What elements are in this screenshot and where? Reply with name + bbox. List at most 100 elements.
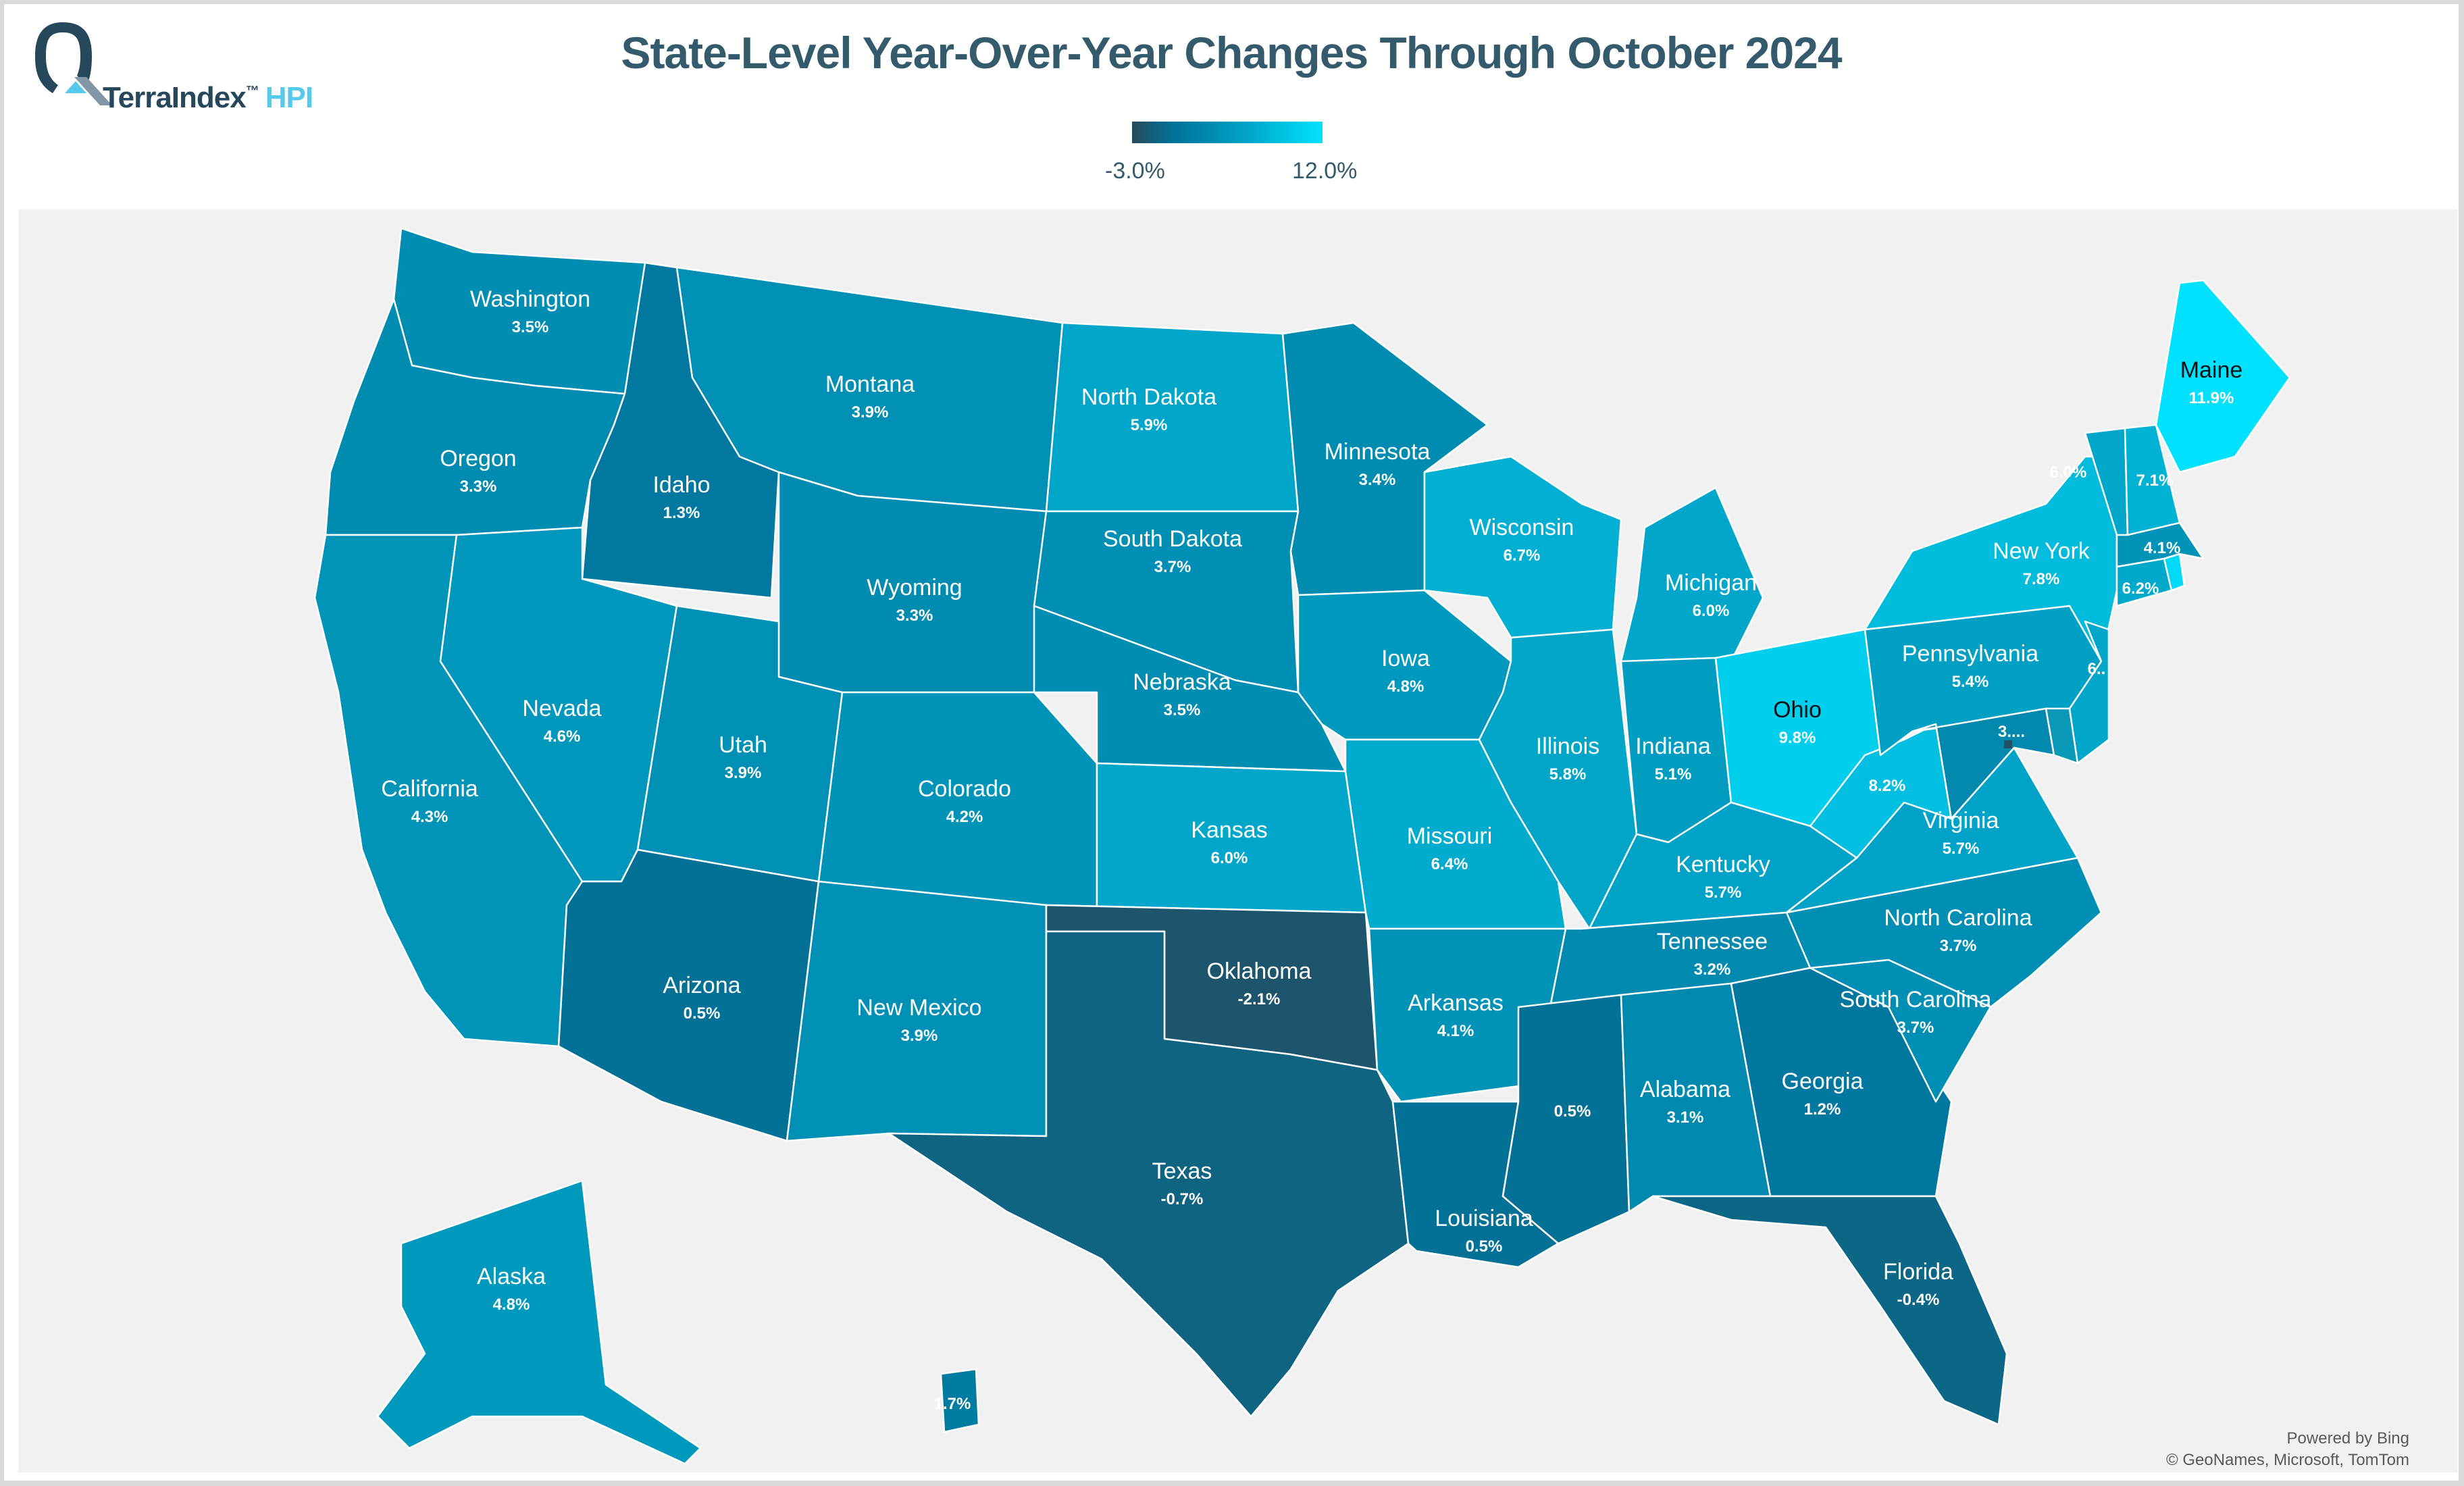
state-value-label: 3.3% [460, 478, 497, 496]
state-name-label: Kansas [1191, 817, 1267, 843]
logo-product-text: HPI [265, 81, 313, 114]
state-name-label: New York [1993, 538, 2090, 564]
state-value-label: 6.0% [1693, 602, 1730, 620]
state-name-label: Oregon [440, 446, 516, 471]
state-value-label: 3.5% [1164, 701, 1201, 719]
state-name-label: Oklahoma [1207, 958, 1312, 984]
state-name-label: North Dakota [1081, 384, 1216, 410]
state-value-label: 5.1% [1655, 765, 1692, 784]
page-title: State-Level Year-Over-Year Changes Throu… [621, 28, 1842, 78]
legend-max-label: 12.0% [1292, 158, 1358, 184]
state-value-label: 6.0% [1211, 849, 1248, 867]
state-name-label: Idaho [652, 472, 710, 498]
state-florida[interactable] [1651, 1195, 2008, 1426]
state-name-label: Montana [825, 372, 915, 397]
state-value-label: 3.... [1998, 723, 2025, 741]
state-name-label: Iowa [1381, 646, 1430, 671]
state-value-label: 4.1% [1437, 1022, 1474, 1040]
legend-min-label: -3.0% [1105, 158, 1165, 184]
state-name-label: Indiana [1635, 734, 1711, 759]
state-name-label: Nevada [522, 696, 601, 721]
state-value-label: 3.7% [1940, 937, 1977, 955]
state-value-label: -2.1% [1238, 990, 1281, 1008]
state-value-label: 6.2% [2122, 580, 2159, 598]
state-value-label: 1.2% [1804, 1100, 1841, 1119]
state-value-label: 5.7% [1705, 883, 1742, 902]
state-name-label: Colorado [918, 776, 1011, 802]
state-value-label: -0.4% [1897, 1291, 1940, 1309]
state-value-label: 3.9% [901, 1027, 938, 1045]
state-name-label: Maine [2180, 357, 2243, 383]
state-name-label: Missouri [1407, 823, 1493, 849]
state-name-label: South Carolina [1840, 987, 1992, 1013]
us-choropleth-map[interactable]: Washington 3.5% Oregon 3.3% California 4.3% Id… [18, 209, 2458, 1472]
state-district-of-columbia[interactable] [2004, 740, 2012, 748]
state-value-label: 5.9% [1131, 416, 1168, 434]
state-value-label: 0.5% [684, 1004, 721, 1023]
state-name-label: Kentucky [1676, 852, 1770, 877]
state-value-label: 7.1% [2136, 471, 2174, 490]
color-scale-legend [1132, 122, 1323, 143]
state-value-label: 4.8% [1387, 677, 1424, 696]
state-value-label: -0.7% [1161, 1190, 1204, 1208]
state-value-label: 4.6% [544, 727, 581, 746]
map-attribution: Powered by Bing © GeoNames, Microsoft, T… [2166, 1428, 2409, 1471]
state-name-label: Utah [719, 732, 767, 758]
state-value-label: 3.1% [1667, 1108, 1704, 1127]
state-value-label: 0.5% [1466, 1237, 1503, 1256]
state-name-label: Wyoming [867, 575, 962, 600]
state-value-label: 4.1% [2144, 539, 2181, 557]
attribution-copyright: © GeoNames, Microsoft, TomTom [2166, 1451, 2409, 1469]
state-name-label: Louisiana [1435, 1206, 1533, 1231]
state-name-label: Michigan [1665, 570, 1757, 596]
state-north-dakota[interactable] [1045, 322, 1300, 513]
state-value-label: 5.4% [1952, 673, 1989, 691]
state-value-label: 7.8% [2023, 570, 2060, 588]
state-alaska[interactable] [376, 1179, 702, 1465]
state-name-label: Tennessee [1657, 929, 1768, 954]
state-value-label: 3.7% [1154, 558, 1191, 576]
state-value-label: 3.5% [512, 318, 549, 336]
state-value-label: 3.4% [1359, 471, 1396, 489]
state-value-label: 4.3% [411, 808, 448, 826]
logo-trademark: ™ [245, 84, 259, 99]
state-name-label: Alaska [477, 1264, 546, 1289]
state-value-label: 11.9% [2189, 389, 2234, 407]
state-value-label: 1.3% [663, 504, 700, 522]
state-name-label: North Carolina [1884, 905, 2032, 931]
state-name-label: Arizona [663, 973, 740, 998]
state-value-label: 4.8% [493, 1296, 530, 1314]
state-name-label: Virginia [1923, 808, 1999, 834]
state-name-label: South Dakota [1103, 526, 1242, 552]
state-name-label: California [381, 776, 478, 802]
state-name-label: Wisconsin [1470, 515, 1574, 540]
state-name-label: Texas [1152, 1158, 1212, 1184]
state-value-label: 6.0% [2050, 463, 2087, 482]
state-name-label: Ohio [1773, 697, 1822, 723]
state-value-label: 3.9% [725, 764, 762, 782]
state-colorado[interactable] [817, 691, 1098, 914]
state-value-label: 9.8% [1779, 729, 1816, 747]
state-value-label: 4.2% [946, 808, 983, 826]
attribution-powered-by: Powered by Bing [2286, 1429, 2409, 1447]
state-value-label: 0.5% [1554, 1102, 1591, 1121]
state-name-label: Arkansas [1408, 990, 1504, 1016]
state-value-label: 3.3% [896, 607, 933, 625]
state-value-label: 3.7% [1897, 1019, 1934, 1037]
state-value-label: 5.8% [1549, 765, 1587, 784]
state-value-label: 1.7% [934, 1395, 971, 1413]
state-value-label: 6.. [2088, 660, 2106, 678]
state-name-label: Alabama [1640, 1077, 1730, 1102]
state-shapes-layer [313, 227, 2291, 1465]
state-name-label: New Mexico [856, 995, 981, 1021]
state-value-label: 8.2% [1869, 777, 1906, 795]
state-name-label: Illinois [1536, 734, 1599, 759]
state-name-label: Pennsylvania [1902, 641, 2038, 667]
state-name-label: Georgia [1782, 1069, 1864, 1094]
state-value-label: 5.7% [1943, 840, 1980, 858]
report-page: TerraIndex™ HPI State-Level Year-Over-Yea… [4, 4, 2459, 1481]
state-name-label: Florida [1883, 1259, 1953, 1285]
map-canvas[interactable]: Washington 3.5% Oregon 3.3% California 4.3% Id… [18, 209, 2458, 1472]
state-name-label: Minnesota [1325, 439, 1431, 465]
state-name-label: Washington [470, 286, 590, 312]
